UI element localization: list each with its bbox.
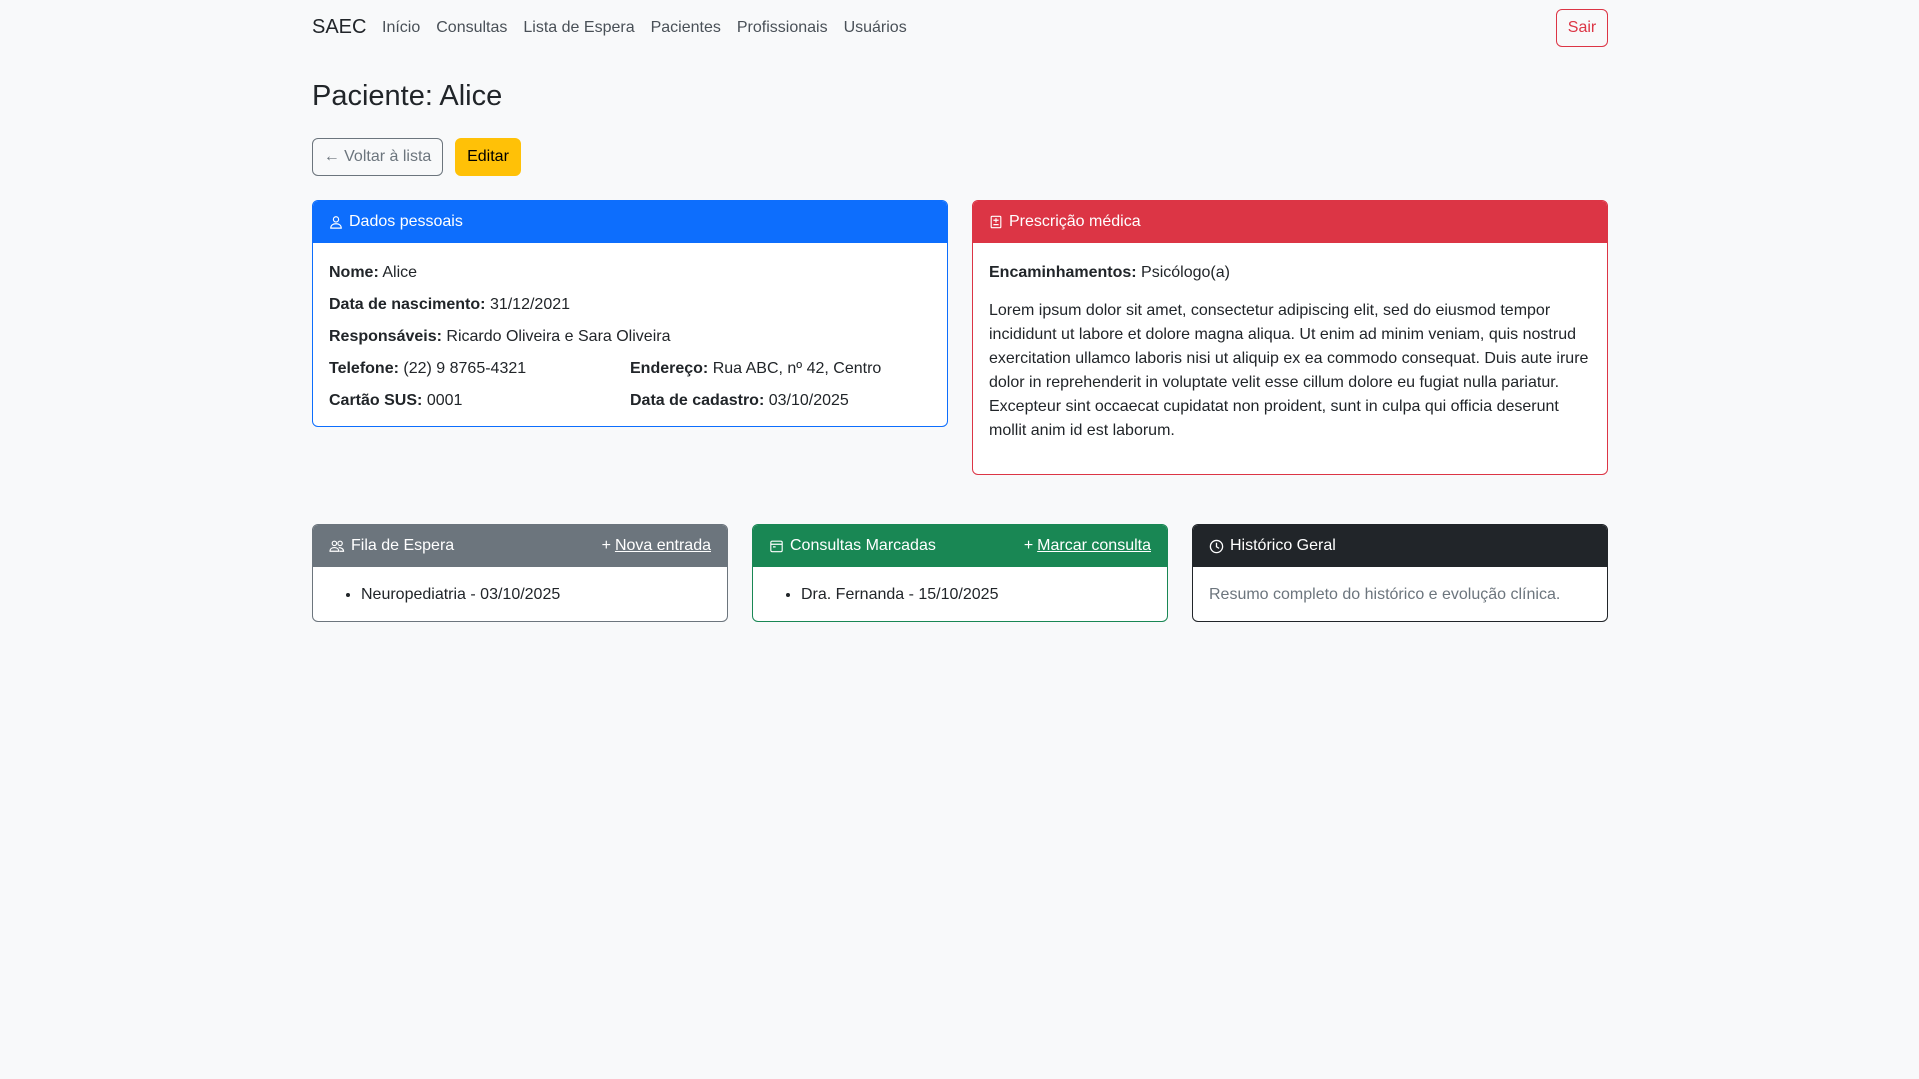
appointments-card: Consultas Marcadas +Marcar consulta Dra.…: [752, 524, 1168, 622]
calendar-icon: [770, 540, 783, 553]
personal-data-body: Nome: Alice Data de nascimento: 31/12/20…: [313, 243, 947, 426]
edit-button[interactable]: Editar: [455, 138, 521, 176]
list-item: Dra. Fernanda - 15/10/2025: [801, 583, 1151, 607]
phone-label: Telefone:: [329, 360, 399, 377]
phone-value: (22) 9 8765-4321: [403, 360, 527, 377]
people-icon: [329, 540, 345, 552]
appointments-body: Dra. Fernanda - 15/10/2025: [753, 567, 1167, 621]
nav-link-inicio[interactable]: Início: [382, 19, 420, 37]
history-text: Resumo completo do histórico e evolução …: [1209, 586, 1561, 603]
schedule-label: Marcar consulta: [1037, 537, 1151, 554]
nav-link-consultas[interactable]: Consultas: [436, 19, 507, 37]
phone-address-row: Telefone: (22) 9 8765-4321 Endereço: Rua…: [329, 359, 931, 379]
personal-data-card: Dados pessoais Nome: Alice Data de nasci…: [312, 200, 948, 427]
navbar: SAEC Início Consultas Lista de Espera Pa…: [0, 0, 1919, 56]
person-icon: [330, 216, 342, 229]
appointments-title: Consultas Marcadas: [790, 537, 936, 554]
referrals-row: Encaminhamentos: Psicólogo(a): [989, 263, 1591, 283]
sus-value: 0001: [426, 392, 463, 409]
name-value: Alice: [382, 264, 418, 281]
prescription-header: Prescrição médica: [973, 201, 1607, 243]
plus-icon: +: [1023, 537, 1034, 554]
nav-link-usuarios[interactable]: Usuários: [844, 19, 907, 37]
queue-body: Neuropediatria - 03/10/2025: [313, 567, 727, 621]
queue-card: Fila de Espera +Nova entrada Neuropediat…: [312, 524, 728, 622]
guardians-row: Responsáveis: Ricardo Oliveira e Sara Ol…: [329, 327, 931, 347]
guardians-label: Responsáveis:: [329, 328, 442, 345]
new-entry-label: Nova entrada: [614, 537, 711, 554]
list-item: Neuropediatria - 03/10/2025: [361, 583, 711, 607]
birth-value: 31/12/2021: [489, 296, 571, 313]
queue-header: Fila de Espera + Nova entrada: [313, 525, 727, 567]
personal-data-header: Dados pessoais: [313, 201, 947, 243]
prescription-body: Encaminhamentos: Psicólogo(a) Lorem ipsu…: [973, 243, 1607, 459]
address-label: Endereço:: [630, 360, 709, 377]
nav-link-profissionais[interactable]: Profissionais: [737, 19, 828, 37]
page-title: Paciente: Alice: [312, 80, 503, 112]
nav-links: Início Consultas Lista de Espera Pacient…: [382, 19, 923, 37]
personal-data-title: Dados pessoais: [349, 213, 463, 230]
history-title: Histórico Geral: [1230, 537, 1336, 554]
nav-link-pacientes[interactable]: Pacientes: [651, 19, 721, 37]
new-entry-link[interactable]: + Nova entrada: [602, 537, 711, 555]
logout-button[interactable]: Sair: [1556, 9, 1608, 47]
schedule-link[interactable]: + Marcar consulta: [1024, 537, 1151, 555]
name-row: Nome: Alice: [329, 263, 931, 283]
queue-list: Neuropediatria - 03/10/2025: [329, 583, 711, 607]
history-header: Histórico Geral: [1193, 525, 1607, 567]
name-label: Nome:: [329, 264, 379, 281]
appointments-header: Consultas Marcadas + Marcar consulta: [753, 525, 1167, 567]
plus-icon: +: [601, 537, 611, 554]
registered-label: Data de cadastro:: [630, 392, 765, 409]
prescription-text: Lorem ipsum dolor sit amet, consectetur …: [989, 302, 1589, 439]
referrals-label: Encaminhamentos:: [989, 264, 1137, 281]
referrals-value: Psicólogo(a): [1141, 264, 1230, 281]
history-body: Resumo completo do histórico e evolução …: [1193, 567, 1607, 621]
history-card: Histórico Geral Resumo completo do histó…: [1192, 524, 1608, 622]
nav-link-lista-espera[interactable]: Lista de Espera: [523, 19, 634, 37]
birth-row: Data de nascimento: 31/12/2021: [329, 295, 931, 315]
brand[interactable]: SAEC: [312, 16, 366, 39]
sus-label: Cartão SUS:: [329, 392, 423, 409]
address-value: Rua ABC, nº 42, Centro: [712, 360, 882, 377]
prescription-card: Prescrição médica Encaminhamentos: Psicó…: [972, 200, 1608, 475]
queue-title: Fila de Espera: [351, 537, 455, 554]
registered-value: 03/10/2025: [768, 392, 849, 409]
back-button[interactable]: ← Voltar à lista: [312, 138, 443, 176]
clock-icon: [1209, 539, 1224, 553]
birth-label: Data de nascimento:: [329, 296, 486, 313]
sus-registered-row: Cartão SUS: 0001 Data de cadastro: 03/10…: [329, 391, 931, 411]
guardians-value: Ricardo Oliveira e Sara Oliveira: [446, 328, 671, 345]
prescription-icon: [990, 215, 1002, 229]
prescription-title: Prescrição médica: [1009, 213, 1141, 230]
appointments-list: Dra. Fernanda - 15/10/2025: [769, 583, 1151, 607]
